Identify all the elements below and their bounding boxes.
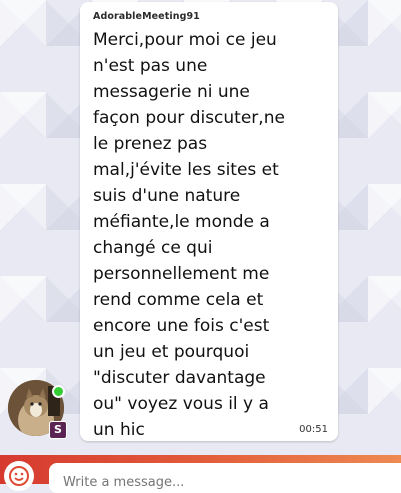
- message-line: mal,j'évite les sites et: [93, 160, 279, 180]
- message-line: un jeu et pourquoi: [93, 342, 250, 362]
- emoji-button[interactable]: [4, 461, 34, 491]
- sender-name[interactable]: AdorableMeeting91: [93, 11, 200, 22]
- message-line: Merci,pour moi ce jeu: [93, 30, 277, 50]
- message-bubble: AdorableMeeting91 Merci,pour moi ce jeu …: [80, 2, 338, 441]
- smiley-icon: [9, 466, 29, 486]
- message-line: le prenez pas: [93, 134, 208, 154]
- user-badge: S: [49, 421, 67, 439]
- message-composer: [0, 455, 401, 493]
- message-line: changé ce qui: [93, 238, 213, 258]
- message-line: suis d'une nature: [93, 186, 241, 206]
- message-input[interactable]: [49, 463, 401, 493]
- message-line: messagerie ni une: [93, 82, 250, 102]
- message-line: encore une fois c'est: [93, 316, 270, 336]
- message-text: Merci,pour moi ce jeu n'est pas une mess…: [93, 27, 329, 443]
- message-line: façon pour discuter,ne: [93, 108, 285, 128]
- message-line: méfiante,le monde a: [93, 212, 270, 232]
- message-line: "discuter davantage: [93, 368, 266, 388]
- message-line: personnellement me: [93, 264, 270, 284]
- message-timestamp: 00:51: [299, 424, 328, 435]
- message-line: n'est pas une: [93, 56, 208, 76]
- message-line: ou" voyez vous il y a: [93, 394, 269, 414]
- message-line: un hic: [93, 420, 145, 440]
- online-indicator: [52, 385, 65, 398]
- message-line: rend comme cela et: [93, 290, 264, 310]
